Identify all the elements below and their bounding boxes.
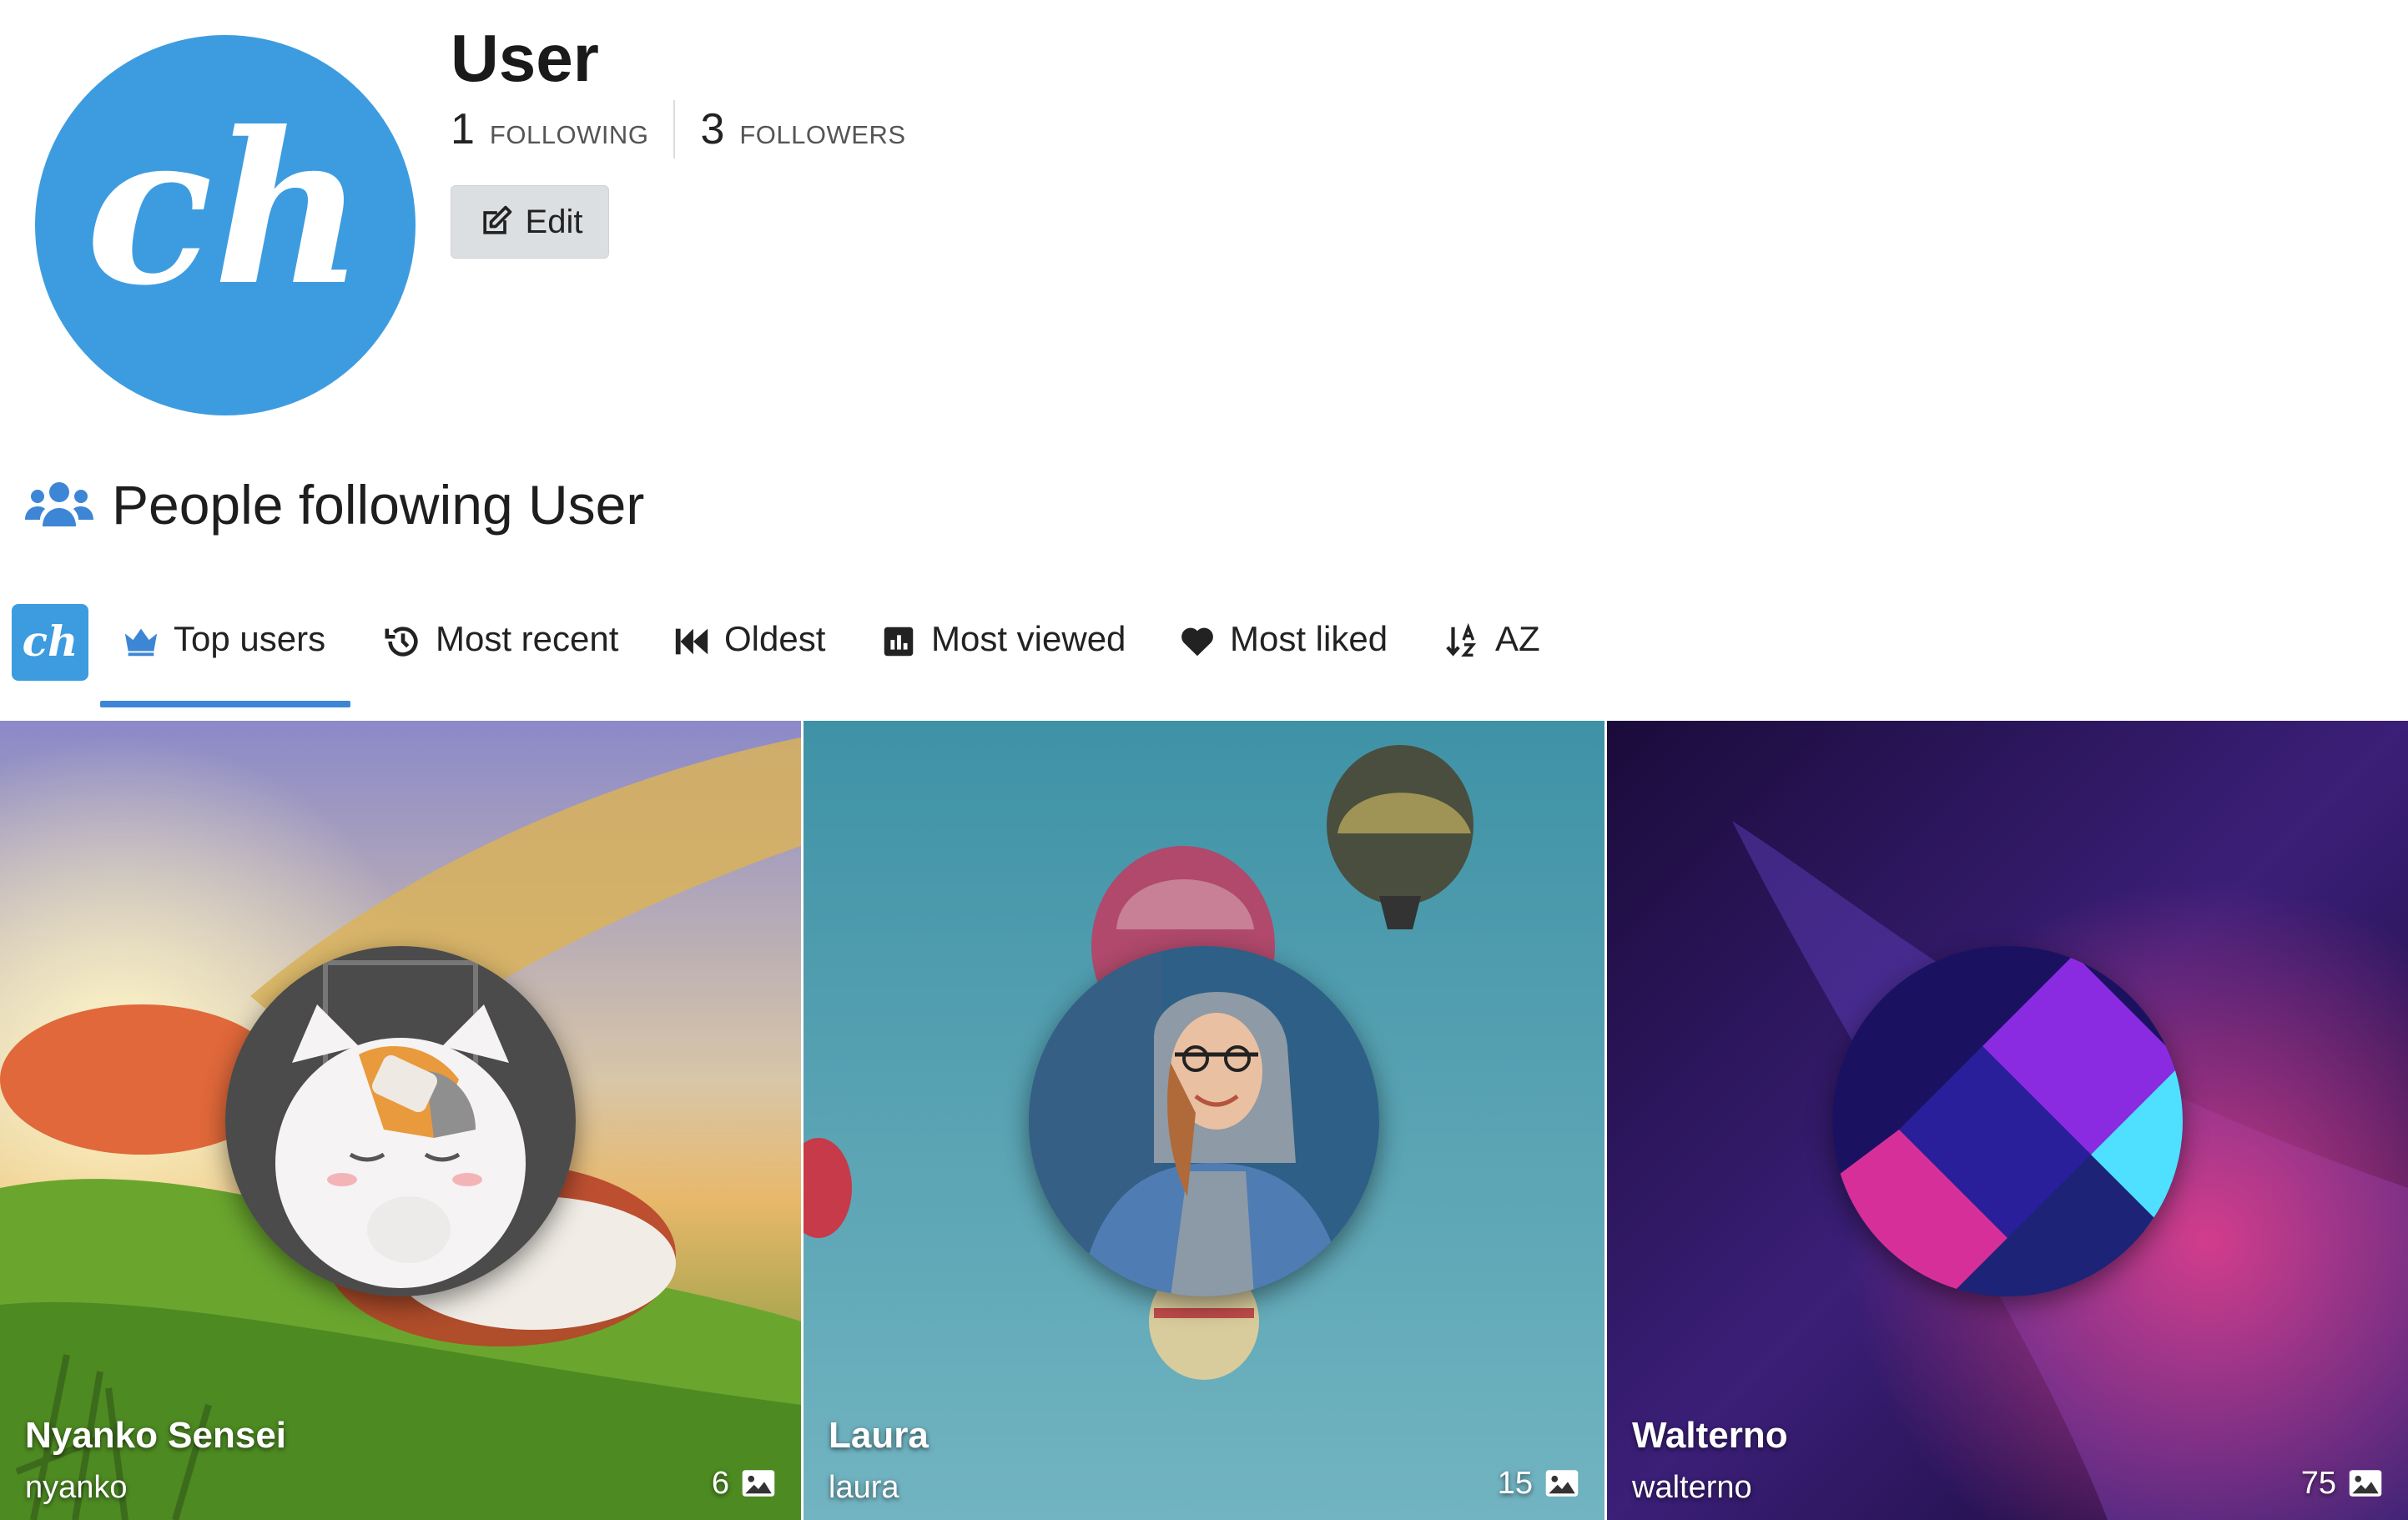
chevereto-logo-icon: ch <box>86 86 365 331</box>
following-count: 1 <box>451 105 475 154</box>
user-display-name: Laura <box>829 1415 929 1456</box>
history-icon <box>385 627 418 657</box>
user-card[interactable]: Laura laura 15 <box>804 721 1604 1520</box>
user-username: walterno <box>1632 1470 1752 1505</box>
image-count-value: 6 <box>711 1465 729 1501</box>
followers-stat[interactable]: 3 FOLLOWERS <box>700 104 905 154</box>
edit-button-label: Edit <box>525 203 583 240</box>
user-display-name: Walterno <box>1632 1415 1788 1456</box>
person-avatar-image <box>1029 946 1379 1296</box>
users-icon <box>25 482 93 526</box>
profile-name: User <box>451 21 599 95</box>
cat-avatar-image <box>225 946 576 1296</box>
user-card-grid: Nyanko Sensei nyanko 6 Laura laura 15 Wa… <box>0 721 2408 1520</box>
tab-label: Most viewed <box>931 619 1126 658</box>
avatar-logo-text: ch <box>86 86 365 331</box>
tab-label: Most recent <box>436 619 619 658</box>
user-avatar <box>225 946 576 1296</box>
user-display-name: Nyanko Sensei <box>25 1415 287 1456</box>
tab-top-users[interactable]: Top users <box>100 604 351 707</box>
brand-logo[interactable]: ch <box>12 604 88 681</box>
user-card[interactable]: Nyanko Sensei nyanko 6 <box>0 721 801 1520</box>
user-card[interactable]: Walterno walterno 75 <box>1607 721 2408 1520</box>
fast-backward-icon <box>675 628 708 655</box>
user-username: laura <box>829 1470 899 1505</box>
followers-label: FOLLOWERS <box>739 120 906 149</box>
user-image-count: 6 <box>712 1462 776 1505</box>
tab-az[interactable]: AZ <box>1443 604 1540 707</box>
following-stat[interactable]: 1 FOLLOWING <box>451 104 648 154</box>
image-icon <box>1545 1470 1579 1497</box>
tab-most-recent[interactable]: Most recent <box>384 604 618 707</box>
user-image-count: 75 <box>2301 1462 2383 1505</box>
profile-stats: 1 FOLLOWING 3 FOLLOWERS <box>451 98 906 160</box>
profile-header: ch User 1 FOLLOWING 3 FOLLOWERS Edit <box>0 0 2408 425</box>
edit-profile-button[interactable]: Edit <box>451 185 609 259</box>
user-username: nyanko <box>25 1470 128 1505</box>
user-avatar <box>1029 946 1379 1296</box>
tab-oldest[interactable]: Oldest <box>673 604 825 707</box>
image-icon <box>742 1470 775 1497</box>
chart-icon <box>884 627 914 657</box>
image-icon <box>2349 1470 2382 1497</box>
tab-most-liked[interactable]: Most liked <box>1178 604 1388 707</box>
tab-label: Most liked <box>1230 619 1388 658</box>
tab-most-viewed[interactable]: Most viewed <box>879 604 1126 707</box>
user-image-count: 15 <box>1498 1462 1579 1505</box>
followers-count: 3 <box>700 105 725 154</box>
stats-divider <box>673 100 676 159</box>
tab-label: Top users <box>174 619 326 658</box>
sort-alpha-icon <box>1446 622 1477 657</box>
tab-label: AZ <box>1495 619 1540 658</box>
section-title: People following User <box>23 467 644 542</box>
image-count-value: 75 <box>2300 1465 2336 1501</box>
heart-icon <box>1181 627 1213 657</box>
brand-logo-text: ch <box>23 617 78 666</box>
sort-tabs: ch Top users Most recent Oldest Most vie… <box>0 604 2408 707</box>
abstract-avatar-image <box>1832 946 2183 1296</box>
tab-label: Oldest <box>724 619 826 658</box>
following-label: FOLLOWING <box>489 120 649 149</box>
section-title-text: People following User <box>112 474 645 536</box>
image-count-value: 15 <box>1497 1465 1533 1501</box>
chevereto-logo-icon: ch <box>23 617 78 666</box>
edit-icon <box>482 205 511 234</box>
user-avatar <box>1832 946 2183 1296</box>
crown-icon <box>124 628 158 657</box>
profile-avatar[interactable]: ch <box>35 35 416 415</box>
